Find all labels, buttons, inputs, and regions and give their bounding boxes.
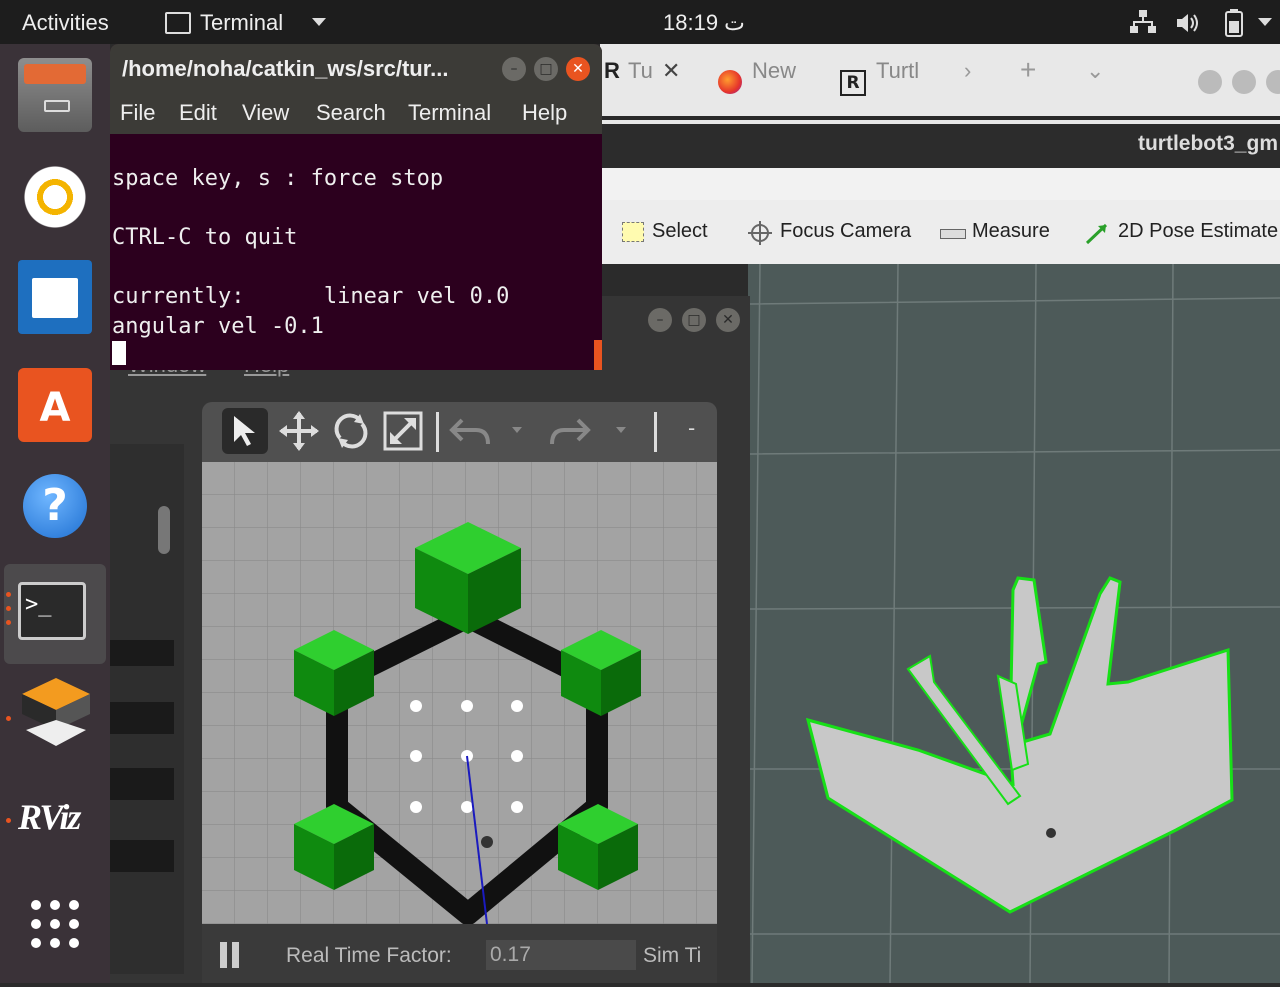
network-icon[interactable]	[1130, 10, 1156, 34]
menu-search[interactable]: Search	[316, 100, 386, 126]
rviz-3d-view[interactable]	[747, 263, 1280, 984]
arrow-pointer-icon	[234, 416, 255, 446]
pose-estimate-button[interactable]: 2D Pose Estimate	[1118, 220, 1278, 243]
select-mode-button[interactable]	[222, 408, 268, 454]
slam-map	[805, 576, 1234, 914]
redo-icon[interactable]	[548, 414, 592, 448]
new-tab-icon[interactable]: +	[1020, 54, 1036, 100]
terminal-cursor	[112, 341, 126, 365]
turtlebot-world-scene	[202, 462, 717, 924]
browser-maximize-icon[interactable]	[1232, 70, 1256, 94]
writer-icon[interactable]	[18, 260, 92, 334]
translate-icon[interactable]	[278, 410, 320, 452]
terminal-title: /home/noha/catkin_ws/src/tur...	[122, 56, 449, 81]
browser-tab-1[interactable]: Tu	[628, 58, 653, 104]
terminal-icon[interactable]: >_	[18, 582, 86, 640]
measure-button[interactable]: Measure	[972, 220, 1050, 243]
terminal-title-bar: /home/noha/catkin_ws/src/tur... – □ ✕	[110, 44, 602, 94]
browser-tab-bar: R Tu ✕ New R Turtl › + ⌄	[600, 44, 1280, 124]
scroll-tabs-icon[interactable]: ›	[964, 58, 971, 104]
volume-icon[interactable]	[1175, 12, 1201, 34]
sim-time-label: Sim Ti	[643, 944, 702, 967]
redo-history-chevron-icon[interactable]	[616, 427, 626, 433]
rviz-toolbar: Select Focus Camera Measure 2D Pose Esti…	[600, 200, 1280, 264]
real-time-factor-label: Real Time Factor:	[286, 944, 452, 967]
clock[interactable]: 18:19 ت	[663, 10, 745, 36]
terminal-line: currently: linear vel 0.0	[112, 284, 510, 309]
terminal-line: angular vel -0.1	[112, 314, 324, 339]
gazebo-minimize-icon[interactable]: –	[648, 308, 672, 332]
rotate-icon[interactable]	[330, 410, 372, 452]
help-icon[interactable]: ?	[23, 474, 87, 538]
top-bar: Activities Terminal 18:19 ت	[0, 0, 1280, 44]
rviz-title-bar: turtlebot3_gm	[600, 124, 1280, 168]
robot-marker	[1046, 828, 1056, 838]
undo-icon[interactable]	[448, 414, 492, 448]
terminal-app-icon	[165, 12, 191, 34]
select-tool-button[interactable]: Select	[652, 220, 708, 243]
rviz-icon[interactable]: RViz	[18, 796, 81, 838]
focus-camera-icon	[748, 221, 772, 245]
chevron-down-icon	[312, 18, 326, 26]
terminal-line: CTRL-C to quit	[112, 225, 298, 250]
system-menu-chevron-icon[interactable]	[1258, 18, 1272, 26]
menu-file[interactable]: File	[120, 100, 155, 126]
browser-close-icon[interactable]	[1266, 70, 1280, 94]
focus-camera-button[interactable]: Focus Camera	[780, 220, 911, 243]
files-icon[interactable]	[18, 58, 92, 132]
browser-tab-2[interactable]: New	[752, 58, 796, 104]
firefox-icon	[718, 70, 742, 94]
robot-model	[481, 836, 493, 848]
undo-history-chevron-icon[interactable]	[512, 427, 522, 433]
app-menu-button[interactable]: Terminal	[200, 10, 283, 36]
browser-tab-3[interactable]: Turtl	[876, 58, 919, 104]
ros-logo-icon: R	[604, 58, 620, 83]
gazebo-left-panel	[110, 444, 184, 974]
activities-button[interactable]: Activities	[22, 10, 109, 36]
rhythmbox-icon[interactable]	[18, 160, 92, 234]
gazebo-toolbar: -	[202, 402, 717, 462]
gazebo-3d-scene[interactable]	[202, 462, 717, 924]
software-center-icon[interactable]: A	[18, 368, 92, 442]
terminal-maximize-icon[interactable]: □	[534, 57, 558, 81]
pause-icon-bar	[232, 942, 239, 968]
ros-tab-icon: R	[840, 70, 866, 96]
terminal-minimize-icon[interactable]: –	[502, 57, 526, 81]
pose-estimate-icon	[1085, 223, 1108, 245]
real-time-factor-value: 0.17	[486, 940, 636, 970]
more-tools-icon[interactable]: -	[688, 416, 695, 440]
tab-list-chevron-icon[interactable]: ⌄	[1086, 58, 1104, 104]
terminal-scrollbar[interactable]	[594, 340, 602, 370]
scale-icon[interactable]	[382, 410, 424, 452]
gazebo-maximize-icon[interactable]: □	[682, 308, 706, 332]
terminal-close-icon[interactable]: ✕	[566, 57, 590, 81]
menu-edit[interactable]: Edit	[179, 100, 217, 126]
terminal-menu-bar: File Edit View Search Terminal Help	[110, 94, 602, 134]
gazebo-status-bar: Real Time Factor: 0.17 Sim Ti	[202, 924, 717, 983]
menu-terminal[interactable]: Terminal	[408, 100, 491, 126]
select-icon	[622, 222, 644, 242]
rviz-window-title: turtlebot3_gm	[1137, 132, 1278, 155]
measure-icon	[940, 229, 966, 239]
close-tab-icon[interactable]: ✕	[662, 58, 680, 104]
app-grid-icon[interactable]	[30, 899, 80, 949]
battery-icon[interactable]	[1225, 9, 1243, 37]
app-grid-dots	[31, 900, 79, 948]
browser-minimize-icon[interactable]	[1198, 70, 1222, 94]
dock: A ? >_ RViz	[0, 44, 110, 983]
rviz-menu-strip	[600, 168, 1280, 200]
gazebo-close-icon[interactable]: ✕	[716, 308, 740, 332]
terminal-line: space key, s : force stop	[112, 166, 444, 191]
menu-help[interactable]: Help	[522, 100, 567, 126]
pause-icon[interactable]	[220, 942, 227, 968]
panel-scrollbar[interactable]	[158, 506, 170, 554]
terminal-window[interactable]: /home/noha/catkin_ws/src/tur... – □ ✕ Fi…	[110, 44, 602, 370]
gazebo-icon[interactable]	[16, 672, 96, 752]
menu-view[interactable]: View	[242, 100, 289, 126]
rviz-map-grid	[747, 263, 1280, 984]
